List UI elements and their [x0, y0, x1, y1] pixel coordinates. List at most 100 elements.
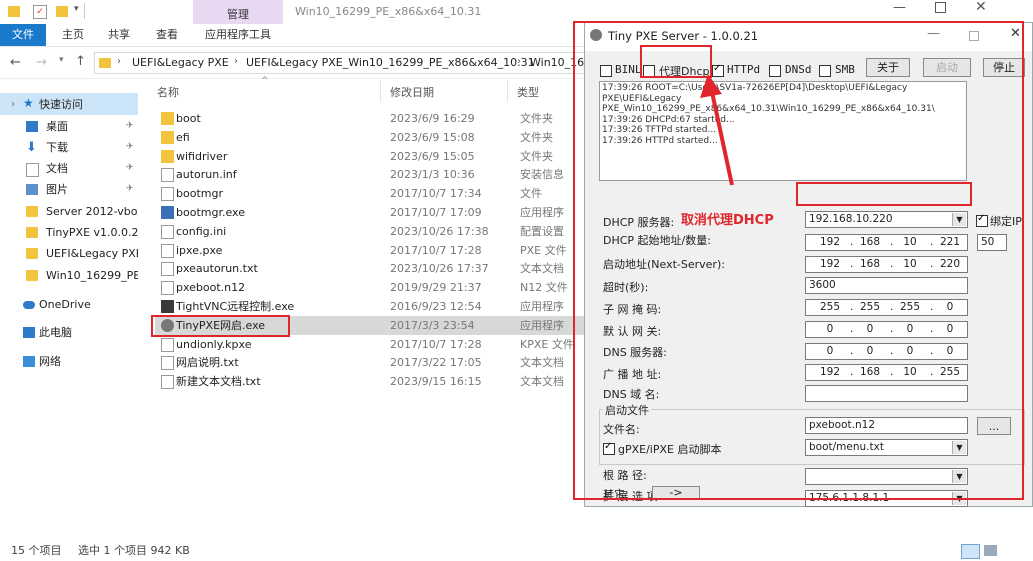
file-icon: [161, 243, 174, 258]
sidebar-item-label: TinyPXE v1.0.0.23: [46, 226, 138, 239]
column-header-date[interactable]: 修改日期: [390, 84, 434, 100]
breadcrumb-item[interactable]: UEFI&Legacy PXE_Win10_16299_PE_x86&x64_1…: [246, 56, 535, 69]
maximize-button[interactable]: [935, 2, 946, 13]
highlight-box-exe: [151, 315, 290, 337]
folder-icon: [26, 227, 38, 238]
minimize-button[interactable]: —: [893, 0, 906, 15]
sidebar-item-downloads[interactable]: ⬇ 下载 ✈: [0, 137, 140, 158]
file-name: 新建文本文档.txt: [176, 375, 261, 389]
sidebar-item-label: UEFI&Legacy PXE: [46, 247, 138, 260]
sidebar-item-quick-access[interactable]: › ★ 快速访问: [0, 94, 140, 115]
sidebar-item-desktop[interactable]: 桌面 ✈: [0, 116, 140, 137]
sort-caret-icon: ^: [261, 76, 269, 86]
folder-icon: [161, 149, 174, 163]
text-file-icon: [161, 262, 174, 277]
network-icon: [23, 356, 35, 367]
window-title: Win10_16299_PE_x86&x64_10.31: [295, 5, 482, 18]
desktop-icon: [26, 121, 38, 132]
file-name: pxeautorun.txt: [176, 262, 258, 276]
tab-view[interactable]: 查看: [156, 24, 178, 46]
recent-dropdown-icon[interactable]: ▾: [59, 55, 64, 65]
breadcrumb-separator: ›: [117, 56, 121, 67]
table-row[interactable]: pxeboot.n12 2019/9/29 21:37 N12 文件: [155, 278, 585, 297]
file-type: 应用程序: [520, 206, 564, 219]
breadcrumb-separator: ›: [234, 56, 238, 67]
forward-arrow-icon[interactable]: →: [36, 55, 47, 70]
sidebar-item-label: 网络: [39, 355, 61, 368]
chevron-down-icon: ›: [11, 99, 15, 110]
exe-icon: [161, 206, 174, 219]
properties-icon[interactable]: ✓: [33, 5, 47, 19]
up-arrow-icon[interactable]: ↑: [75, 54, 86, 69]
file-type: 文本文档: [520, 262, 564, 276]
sidebar-item-label: 图片: [46, 183, 68, 196]
quick-access-dropdown-icon[interactable]: ▾: [74, 4, 79, 14]
file-name: autorun.inf: [176, 168, 237, 182]
tab-home[interactable]: 主页: [62, 24, 84, 46]
table-row[interactable]: TightVNC远程控制.exe 2016/9/23 12:54 应用程序: [155, 297, 585, 316]
folder-icon: [161, 112, 174, 125]
context-tab-manage[interactable]: 管理: [227, 6, 249, 22]
table-row[interactable]: bootmgr.exe 2017/10/7 17:09 应用程序: [155, 203, 585, 222]
file-name: boot: [176, 112, 201, 125]
table-row[interactable]: efi 2023/6/9 15:08 文件夹: [155, 128, 585, 147]
table-row[interactable]: undionly.kpxe 2017/10/7 17:28 KPXE 文件: [155, 335, 585, 354]
sidebar-item-pictures[interactable]: 图片 ✈: [0, 179, 140, 200]
table-row[interactable]: config.ini 2023/10/26 17:38 配置设置: [155, 222, 585, 241]
details-view-icon[interactable]: [961, 544, 980, 559]
folder-icon: [99, 58, 111, 68]
pin-icon[interactable]: ✈: [126, 116, 134, 137]
annotation-arrow-icon: [700, 74, 734, 186]
sidebar-item-onedrive[interactable]: OneDrive: [0, 294, 140, 315]
file-date: 2019/9/29 21:37: [390, 281, 482, 295]
pictures-icon: [26, 184, 38, 195]
large-icons-view-icon[interactable]: [984, 545, 997, 556]
file-name: undionly.kpxe: [176, 337, 252, 351]
table-row[interactable]: 网启说明.txt 2017/3/22 17:05 文本文档: [155, 353, 585, 372]
table-row[interactable]: 新建文本文档.txt 2023/9/15 16:15 文本文档: [155, 372, 585, 391]
sidebar-item-win10-pe[interactable]: Win10_16299_PE_x: [0, 265, 140, 286]
file-date: 2023/6/9 15:05: [390, 149, 475, 163]
file-type: PXE 文件: [520, 243, 567, 257]
pin-icon[interactable]: ✈: [126, 137, 134, 158]
setup-file-icon: [161, 168, 174, 183]
pin-icon[interactable]: ✈: [126, 158, 134, 179]
folder-icon: [26, 248, 38, 259]
table-row[interactable]: pxeautorun.txt 2023/10/26 17:37 文本文档: [155, 259, 585, 278]
file-type: 应用程序: [520, 300, 564, 313]
column-header-name[interactable]: 名称: [157, 84, 179, 100]
table-row[interactable]: boot 2023/6/9 16:29 文件夹: [155, 109, 585, 128]
file-date: 2017/10/7 17:28: [390, 337, 482, 351]
table-row[interactable]: bootmgr 2017/10/7 17:34 文件: [155, 184, 585, 203]
tab-app-tools[interactable]: 应用程序工具: [205, 24, 271, 46]
file-type: 应用程序: [520, 318, 564, 332]
sidebar-item-documents[interactable]: 文档 ✈: [0, 158, 140, 179]
sidebar-item-tinypxe[interactable]: TinyPXE v1.0.0.23: [0, 222, 140, 243]
sidebar-item-server-2012-vbox[interactable]: Server 2012-vbox: [0, 201, 140, 222]
tab-share[interactable]: 共享: [108, 24, 130, 46]
table-row[interactable]: wifidriver 2023/6/9 15:05 文件夹: [155, 147, 585, 166]
tab-file[interactable]: 文件: [0, 24, 46, 46]
text-file-icon: [161, 375, 174, 390]
navigation-pane: › ★ 快速访问 桌面 ✈ ⬇ 下载 ✈ 文档 ✈ 图片 ✈ Server 20…: [0, 80, 140, 520]
sidebar-item-this-pc[interactable]: 此电脑: [0, 322, 140, 343]
close-button[interactable]: ✕: [975, 0, 987, 15]
sidebar-item-network[interactable]: 网络: [0, 351, 140, 372]
file-type: N12 文件: [520, 281, 568, 295]
column-header-type[interactable]: 类型: [517, 84, 539, 100]
breadcrumb-item[interactable]: UEFI&Legacy PXE: [132, 56, 229, 69]
file-name: TightVNC远程控制.exe: [176, 300, 295, 313]
sidebar-item-label: 快速访问: [39, 98, 83, 111]
pin-icon[interactable]: ✈: [126, 179, 134, 200]
table-row[interactable]: autorun.inf 2023/1/3 10:36 安装信息: [155, 165, 585, 184]
column-divider: [507, 80, 508, 102]
document-icon: [26, 163, 39, 177]
sidebar-item-label: 桌面: [46, 120, 68, 133]
new-folder-icon[interactable]: [56, 6, 68, 17]
file-name: bootmgr: [176, 187, 223, 201]
table-row[interactable]: ipxe.pxe 2017/10/7 17:28 PXE 文件: [155, 241, 585, 260]
file-name: efi: [176, 130, 190, 144]
file-name: bootmgr.exe: [176, 206, 245, 219]
back-arrow-icon[interactable]: ←: [10, 55, 21, 70]
sidebar-item-uefi-legacy-pxe[interactable]: UEFI&Legacy PXE: [0, 243, 140, 264]
